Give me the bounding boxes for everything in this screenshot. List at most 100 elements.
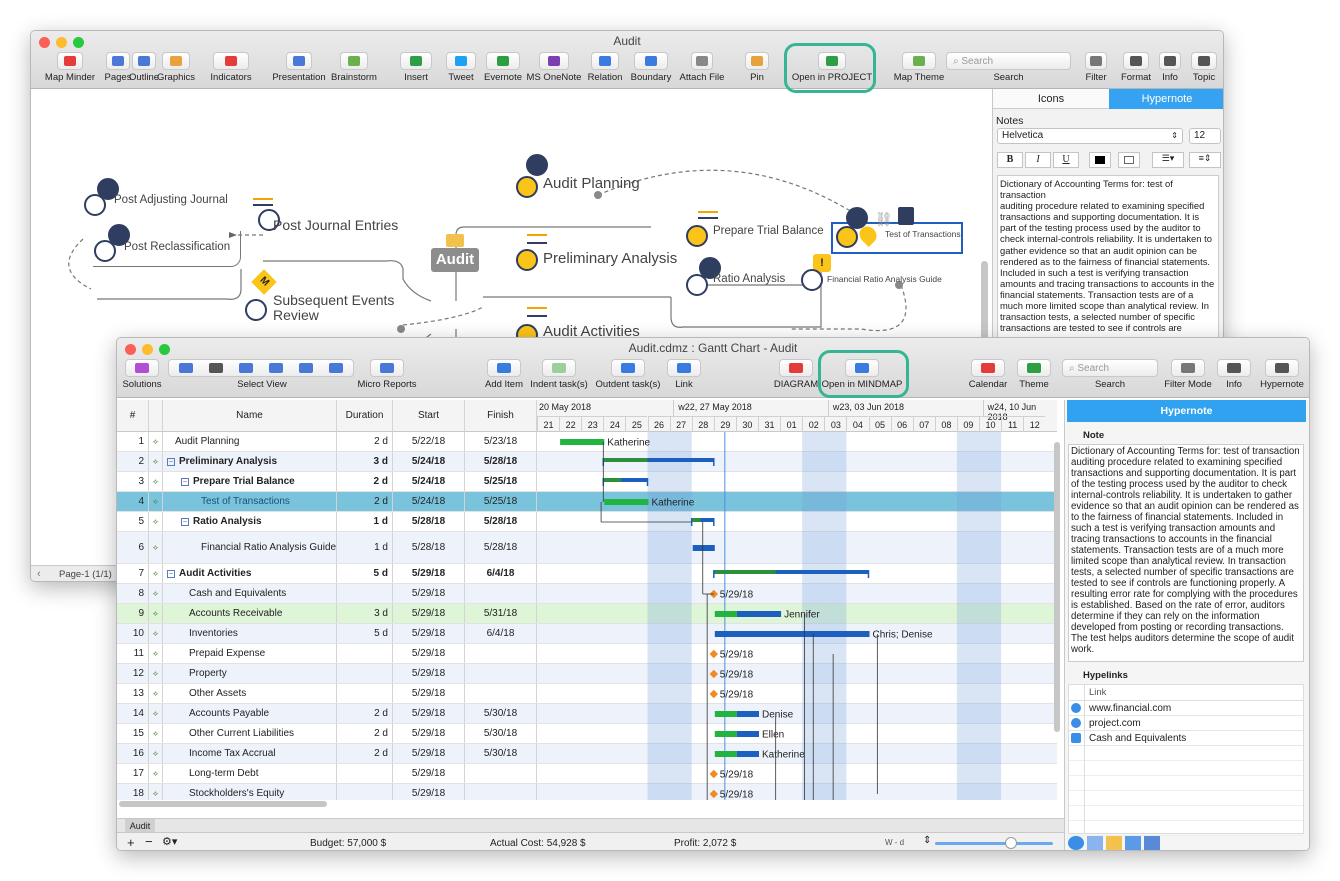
info-button[interactable]: Info [1155, 52, 1185, 83]
task-duration[interactable] [337, 664, 393, 683]
task-name[interactable]: − Prepare Trial Balance [163, 472, 337, 491]
format-button[interactable]: Format [1121, 52, 1151, 83]
task-duration[interactable]: 2 d [337, 744, 393, 763]
node-post-journal-entries[interactable]: Post Journal Entries [273, 217, 398, 233]
task-duration[interactable]: 3 d [337, 604, 393, 623]
task-start[interactable]: 5/29/18 [393, 684, 465, 703]
task-duration[interactable] [337, 644, 393, 663]
calendar-button[interactable]: Calendar [969, 359, 1007, 390]
collapse-icon[interactable]: − [181, 518, 189, 526]
task-duration[interactable]: 2 d [337, 492, 393, 511]
task-start[interactable]: 5/29/18 [393, 584, 465, 603]
attach-file-button[interactable]: Attach File [674, 52, 730, 83]
hyperlink-row[interactable]: www.financial.com [1069, 701, 1303, 716]
task-start[interactable]: 5/22/18 [393, 432, 465, 451]
node-preliminary-analysis[interactable]: Preliminary Analysis [543, 250, 677, 267]
task-start[interactable]: 5/29/18 [393, 704, 465, 723]
task-start[interactable]: 5/29/18 [393, 744, 465, 763]
task-finish[interactable] [465, 584, 537, 603]
task-finish[interactable]: 5/28/18 [465, 512, 537, 531]
chevron-left-icon[interactable]: ‹ [37, 568, 41, 580]
task-duration[interactable] [337, 764, 393, 783]
file-add-icon[interactable] [1087, 836, 1103, 850]
info-button[interactable]: Info [1217, 359, 1251, 390]
task-name[interactable]: Income Tax Accrual [163, 744, 337, 763]
boundary-button[interactable]: Boundary [629, 52, 673, 83]
task-start[interactable]: 5/24/18 [393, 452, 465, 471]
outdent-button[interactable]: Outdent task(s) [595, 359, 661, 390]
node-ratio-analysis[interactable]: Ratio Analysis [713, 273, 785, 285]
remove-icon[interactable]: − [145, 834, 153, 849]
task-name[interactable]: Financial Ratio Analysis Guide [163, 532, 337, 563]
evernote-button[interactable]: Evernote [483, 52, 523, 83]
link-button[interactable]: Link [665, 359, 703, 390]
graphics-button[interactable]: Graphics [156, 52, 196, 83]
task-name[interactable]: Other Current Liabilities [163, 724, 337, 743]
task-duration[interactable]: 2 d [337, 472, 393, 491]
tab-hypernote[interactable]: Hypernote [1109, 89, 1223, 109]
search-button[interactable]: ⌕ Search Search [1061, 359, 1159, 390]
col-duration[interactable]: Duration [337, 400, 393, 431]
spacing-button[interactable]: ≡⇕ [1189, 152, 1221, 168]
hyperlink-text[interactable]: project.com [1089, 718, 1141, 729]
task-start[interactable]: 5/29/18 [393, 664, 465, 683]
map-theme-button[interactable]: Map Theme [886, 52, 952, 83]
underline-button[interactable]: U [1053, 152, 1079, 168]
bold-button[interactable]: B [997, 152, 1023, 168]
sheet-tab-audit[interactable]: Audit [125, 819, 155, 833]
presentation-button[interactable]: Presentation [271, 52, 327, 83]
task-name[interactable]: Inventories [163, 624, 337, 643]
task-start[interactable]: 5/24/18 [393, 472, 465, 491]
task-name[interactable]: Cash and Equivalents [163, 584, 337, 603]
task-name[interactable]: Other Assets [163, 684, 337, 703]
task-duration[interactable] [337, 584, 393, 603]
task-start[interactable]: 5/28/18 [393, 512, 465, 531]
node-prepare-trial-balance[interactable]: Prepare Trial Balance [713, 225, 824, 237]
pin-button[interactable]: Pin [744, 52, 770, 83]
list-style-button[interactable]: ☰▾ [1152, 152, 1184, 168]
hyperlink-row[interactable]: project.com [1069, 716, 1303, 731]
task-start[interactable]: 5/29/18 [393, 764, 465, 783]
solutions-button[interactable]: Solutions [122, 359, 162, 390]
notes-text[interactable]: Dictionary of Accounting Terms for: test… [997, 175, 1219, 341]
task-duration[interactable]: 2 d [337, 704, 393, 723]
node-subsequent-events[interactable]: Subsequent Events Review [273, 293, 394, 323]
task-finish[interactable]: 6/4/18 [465, 564, 537, 583]
task-duration[interactable]: 1 d [337, 512, 393, 531]
search-placeholder[interactable]: ⌕ Search [953, 56, 993, 67]
filter-button[interactable]: Filter [1081, 52, 1111, 83]
folder-add-icon[interactable] [1106, 836, 1122, 850]
task-start[interactable]: 5/29/18 [393, 604, 465, 623]
indicators-button[interactable]: Indicators [208, 52, 254, 83]
micro-reports-button[interactable]: Micro Reports [357, 359, 417, 390]
italic-button[interactable]: I [1025, 152, 1051, 168]
tab-icons[interactable]: Icons [993, 89, 1109, 109]
task-start[interactable]: 5/28/18 [393, 532, 465, 563]
task-finish[interactable] [465, 784, 537, 800]
col-finish[interactable]: Finish [465, 400, 537, 431]
task-finish[interactable]: 5/30/18 [465, 704, 537, 723]
task-name[interactable]: − Preliminary Analysis [163, 452, 337, 471]
horizontal-scrollbar[interactable] [119, 801, 327, 807]
ms-onenote-button[interactable]: MS OneNote [527, 52, 581, 83]
gear-icon[interactable]: ⚙▾ [162, 835, 177, 848]
task-finish[interactable]: 5/25/18 [465, 472, 537, 491]
task-start[interactable]: 5/29/18 [393, 644, 465, 663]
globe-add-icon[interactable] [1068, 836, 1084, 850]
search-placeholder[interactable]: ⌕ Search [1069, 363, 1109, 374]
task-name[interactable]: − Audit Activities [163, 564, 337, 583]
select-view-button[interactable]: Select View [168, 359, 354, 390]
tweet-button[interactable]: Tweet [446, 52, 476, 83]
col-start[interactable]: Start [393, 400, 465, 431]
task-duration[interactable]: 2 d [337, 724, 393, 743]
task-name[interactable]: Accounts Payable [163, 704, 337, 723]
col-num[interactable]: # [117, 400, 149, 431]
task-name[interactable]: Test of Transactions [163, 492, 337, 511]
task-start[interactable]: 5/29/18 [393, 624, 465, 643]
task-duration[interactable]: 5 d [337, 564, 393, 583]
add-item-button[interactable]: Add Item [485, 359, 523, 390]
topic-add-icon[interactable] [1144, 836, 1160, 850]
center-topic[interactable]: Audit [431, 248, 479, 272]
task-finish[interactable] [465, 684, 537, 703]
task-name[interactable]: Long-term Debt [163, 764, 337, 783]
